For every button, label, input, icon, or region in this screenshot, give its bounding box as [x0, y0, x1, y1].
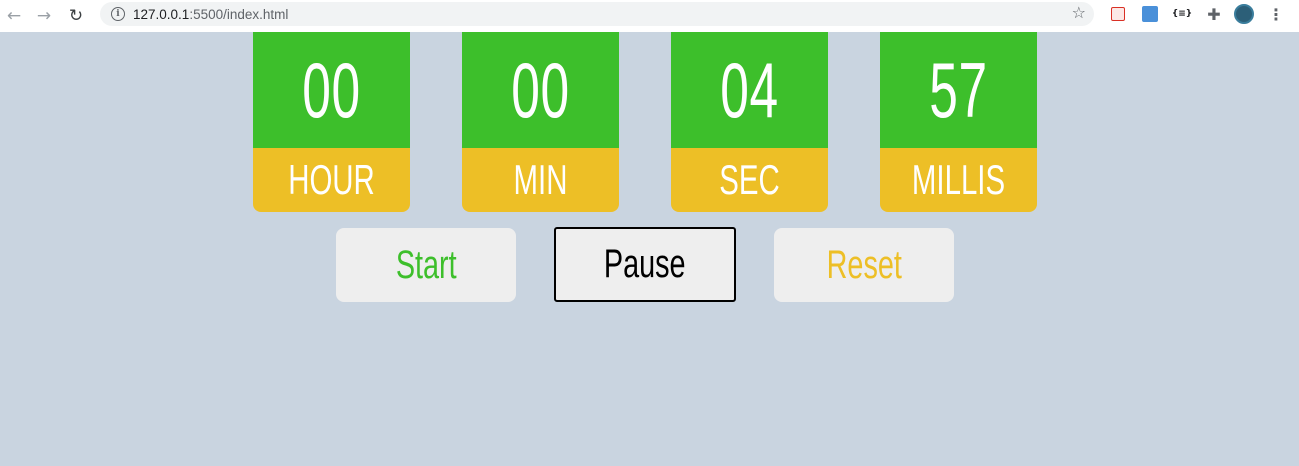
address-bar[interactable]: i 127.0.0.1:5500/index.html ☆ [100, 2, 1094, 26]
millis-tile: 57 MILLIS [880, 32, 1037, 212]
url-host: 127.0.0.1 [133, 6, 190, 22]
forward-arrow-icon[interactable]: → [32, 4, 56, 28]
hour-label: HOUR [288, 156, 375, 203]
reset-button-label: Reset [826, 242, 902, 287]
url-path: :5500/index.html [189, 6, 289, 22]
start-button[interactable]: Start [336, 228, 516, 302]
reset-button[interactable]: Reset [774, 228, 954, 302]
back-arrow-icon[interactable]: ← [2, 4, 26, 28]
browser-toolbar: ← → ↻ i 127.0.0.1:5500/index.html ☆ {≡} … [0, 0, 1299, 32]
start-button-label: Start [395, 242, 457, 287]
millis-value: 57 [929, 45, 988, 134]
extension-icon[interactable]: ✚ [1204, 4, 1224, 24]
menu-icon[interactable]: ⋮ [1266, 4, 1286, 24]
extension-icon[interactable]: {≡} [1172, 4, 1192, 24]
sec-label: SEC [719, 156, 780, 203]
profile-icon[interactable] [1234, 4, 1254, 24]
millis-label: MILLIS [911, 156, 1006, 203]
hour-value: 00 [302, 45, 361, 134]
sec-tile: 04 SEC [671, 32, 828, 212]
min-value: 00 [511, 45, 570, 134]
pause-button-label: Pause [604, 242, 686, 286]
hour-tile: 00 HOUR [253, 32, 410, 212]
pause-button[interactable]: Pause [554, 227, 736, 302]
extension-icon[interactable] [1140, 4, 1160, 24]
sec-value: 04 [720, 45, 779, 134]
star-icon[interactable]: ☆ [1072, 3, 1086, 22]
url-text: 127.0.0.1:5500/index.html [133, 7, 288, 22]
info-icon[interactable]: i [111, 7, 125, 21]
reload-icon[interactable]: ↻ [64, 4, 88, 28]
extension-icon[interactable] [1108, 4, 1128, 24]
min-tile: 00 MIN [462, 32, 619, 212]
min-label: MIN [513, 156, 568, 203]
